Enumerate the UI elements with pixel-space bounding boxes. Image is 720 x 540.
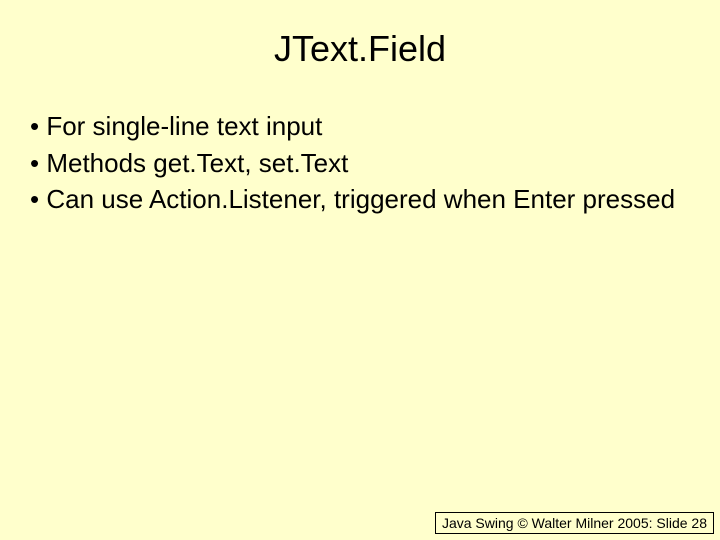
bullet-list: For single-line text input Methods get.T…: [0, 110, 720, 216]
list-item: Methods get.Text, set.Text: [30, 147, 690, 180]
list-item: For single-line text input: [30, 110, 690, 143]
slide-title: JText.Field: [0, 0, 720, 110]
list-item: Can use Action.Listener, triggered when …: [30, 183, 690, 216]
slide-footer: Java Swing © Walter Milner 2005: Slide 2…: [435, 512, 714, 534]
